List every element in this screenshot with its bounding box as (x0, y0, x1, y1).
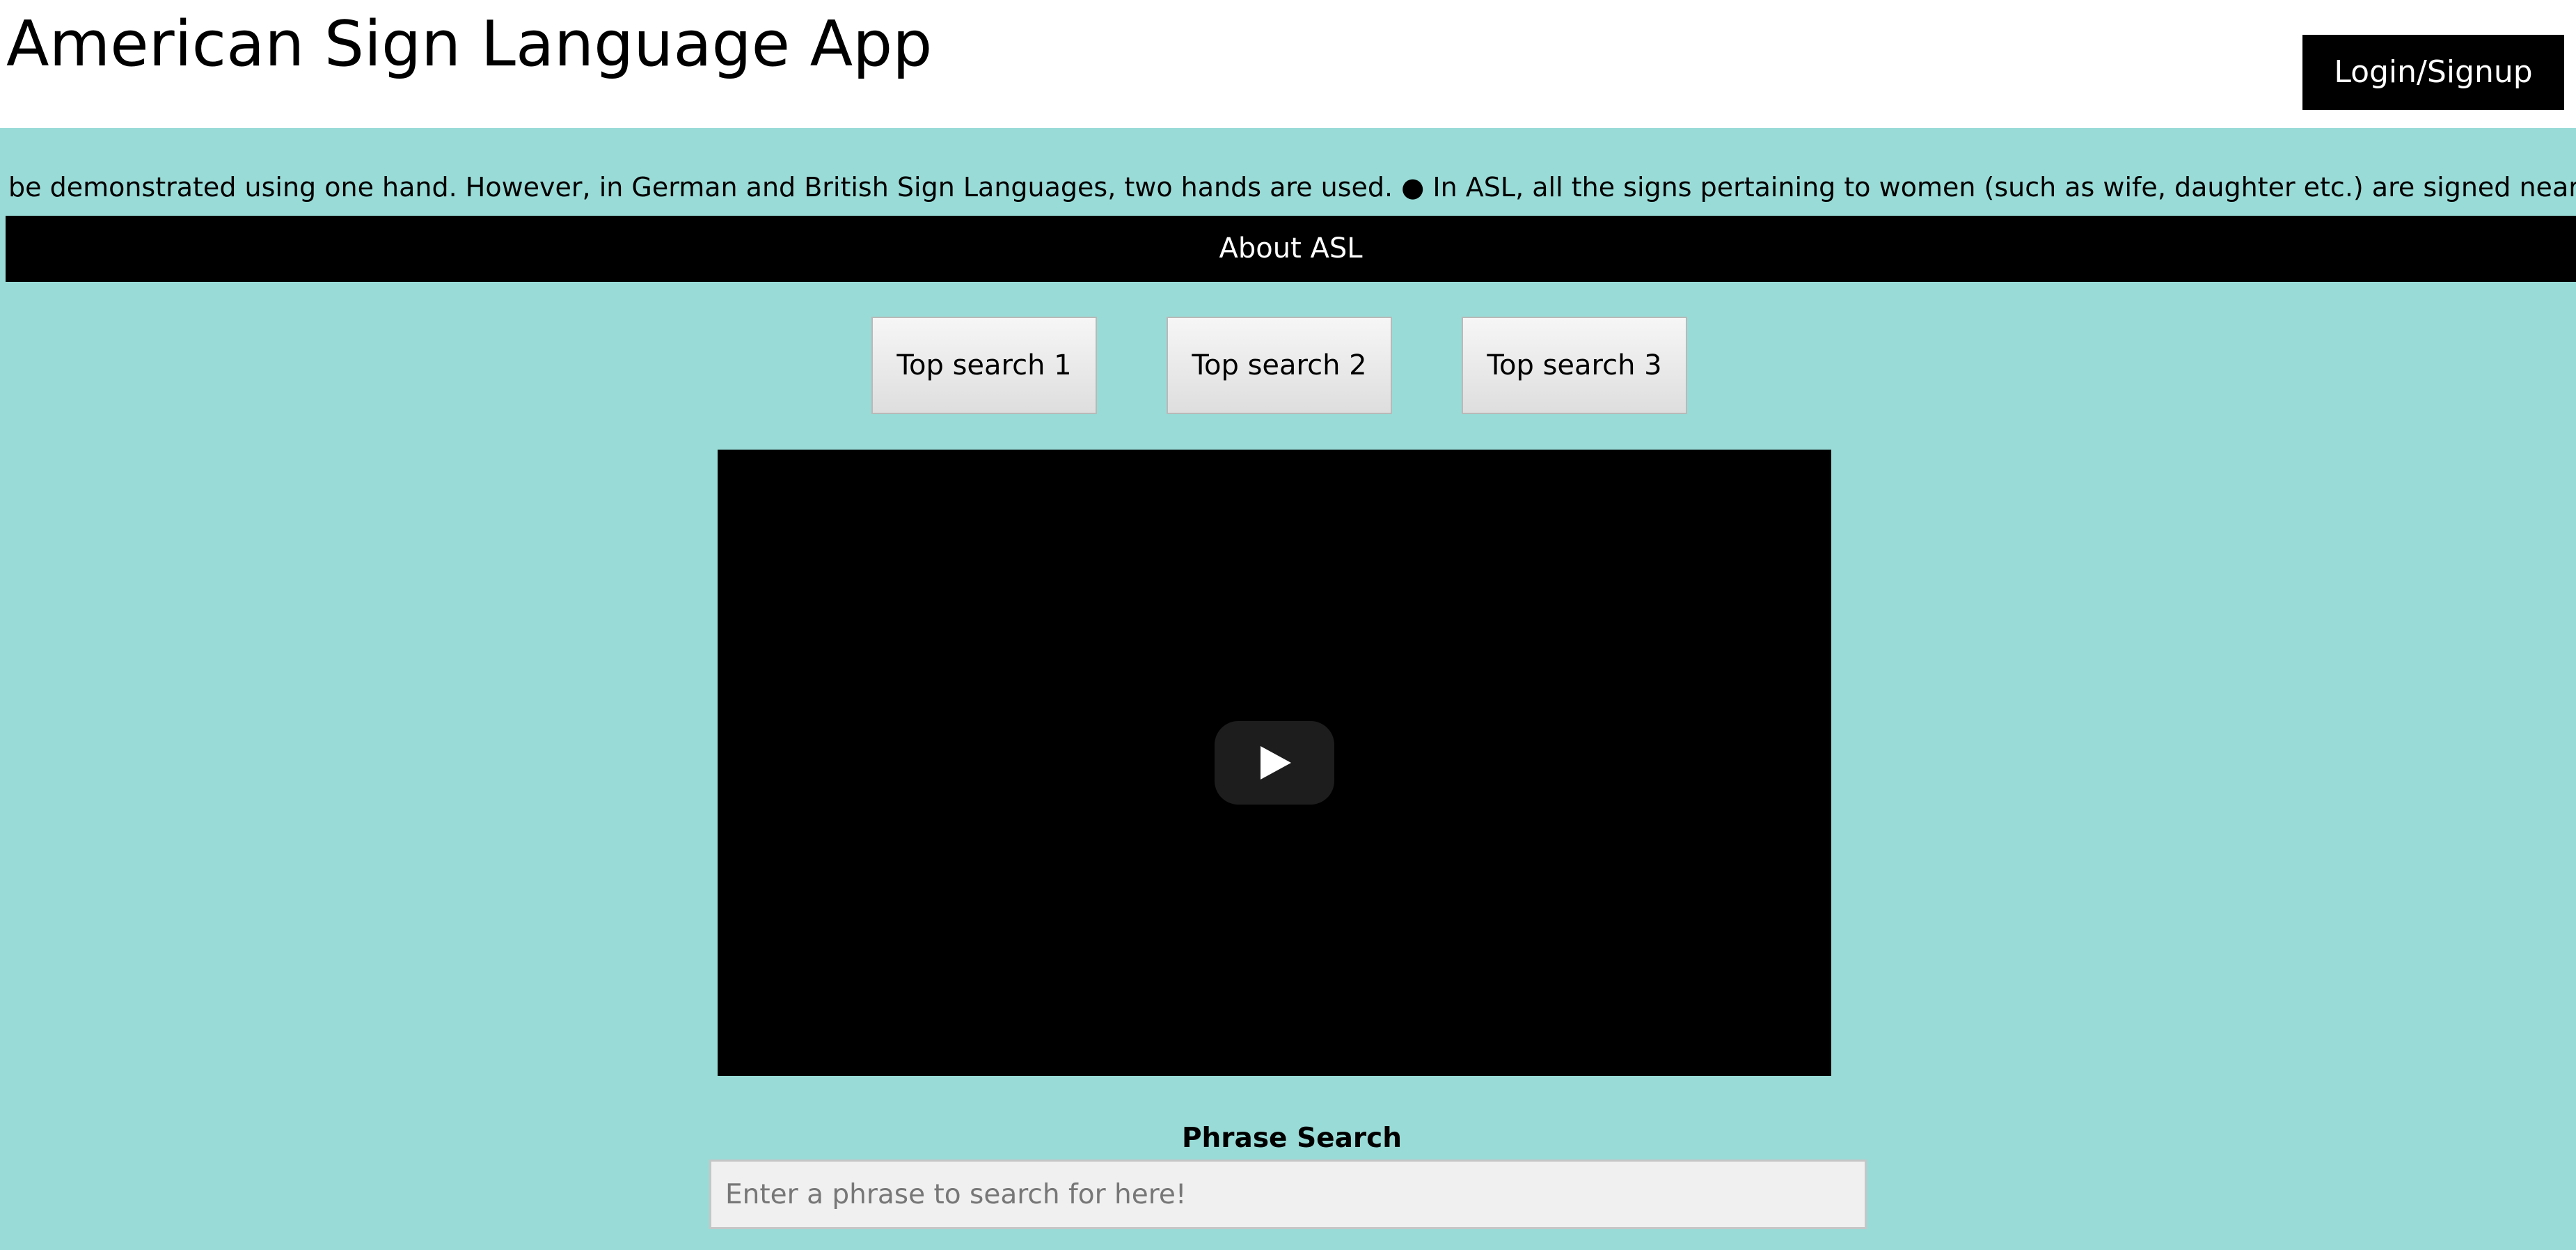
play-icon (1261, 746, 1291, 780)
play-button[interactable] (1215, 721, 1334, 805)
top-search-1-button[interactable]: Top search 1 (871, 317, 1097, 414)
about-asl-button[interactable]: About ASL (6, 216, 2576, 282)
app-header: American Sign Language App Login/Signup (0, 0, 2576, 128)
top-search-2-button[interactable]: Top search 2 (1167, 317, 1392, 414)
facts-ticker: be demonstrated using one hand. However,… (0, 163, 2576, 212)
app-title: American Sign Language App (6, 8, 933, 81)
facts-ticker-text: be demonstrated using one hand. However,… (8, 172, 2576, 203)
login-signup-button[interactable]: Login/Signup (2302, 35, 2564, 110)
phrase-search-input[interactable] (709, 1160, 1867, 1229)
video-player[interactable] (718, 450, 1831, 1076)
phrase-search-label: Phrase Search (1181, 1123, 1402, 1154)
top-search-3-button[interactable]: Top search 3 (1462, 317, 1687, 414)
